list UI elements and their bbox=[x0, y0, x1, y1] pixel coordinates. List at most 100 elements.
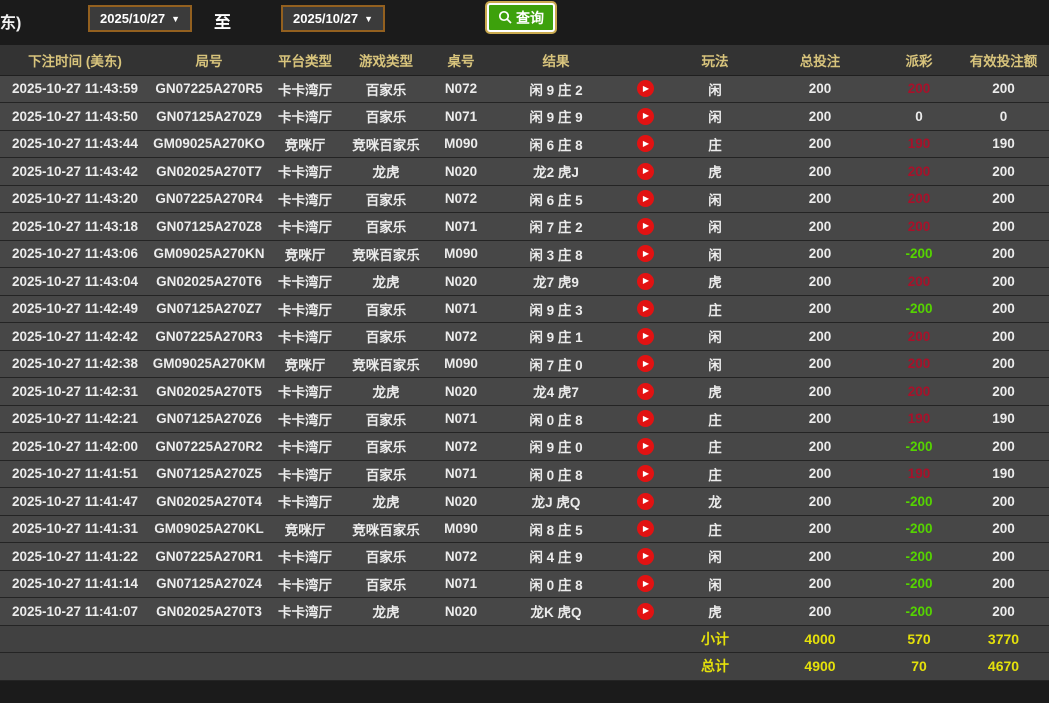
valid-bet-cell: 200 bbox=[958, 295, 1049, 323]
play-icon[interactable]: ▶ bbox=[636, 520, 654, 538]
valid-bet-cell: 200 bbox=[958, 240, 1049, 268]
bet-time-cell: 2025-10-27 11:42:00 bbox=[0, 432, 150, 461]
platform-cell: 卡卡湾厅 bbox=[268, 102, 342, 131]
round-id-cell: GN02025A270T4 bbox=[150, 487, 268, 516]
payout-cell: -200 bbox=[880, 570, 958, 598]
table-no-cell: N071 bbox=[430, 570, 492, 598]
column-header: 有效投注额 bbox=[958, 45, 1049, 76]
table-no-cell: N071 bbox=[430, 102, 492, 131]
game-type-cell: 百家乐 bbox=[342, 570, 430, 598]
play-icon[interactable]: ▶ bbox=[636, 80, 654, 98]
total-bet-cell: 200 bbox=[760, 350, 880, 378]
table-no-cell: M090 bbox=[430, 350, 492, 378]
platform-cell: 卡卡湾厅 bbox=[268, 542, 342, 571]
table-no-cell: N072 bbox=[430, 75, 492, 103]
play-icon[interactable]: ▶ bbox=[636, 162, 654, 180]
result-cell: 闲 9 庄 0 bbox=[492, 432, 620, 461]
game-type-cell: 百家乐 bbox=[342, 432, 430, 461]
round-id-cell: GN07125A270Z9 bbox=[150, 102, 268, 131]
table-row: 2025-10-27 11:42:21 GN07125A270Z6 卡卡湾厅 百家乐 N… bbox=[0, 405, 1049, 433]
column-header: 局号 bbox=[150, 45, 268, 76]
payout-cell: -200 bbox=[880, 487, 958, 516]
play-icon[interactable]: ▶ bbox=[636, 217, 654, 235]
platform-cell: 竞咪厅 bbox=[268, 350, 342, 378]
platform-cell: 卡卡湾厅 bbox=[268, 460, 342, 488]
result-cell: 龙4 虎7 bbox=[492, 377, 620, 406]
play-icon[interactable]: ▶ bbox=[636, 492, 654, 510]
play-icon[interactable]: ▶ bbox=[636, 437, 654, 455]
play-icon[interactable]: ▶ bbox=[636, 107, 654, 125]
total-bet-cell: 200 bbox=[760, 185, 880, 213]
bet-time-cell: 2025-10-27 11:43:59 bbox=[0, 75, 150, 103]
date-from-value: 2025/10/27 bbox=[100, 11, 166, 26]
game-type-cell: 百家乐 bbox=[342, 75, 430, 103]
valid-bet-cell: 200 bbox=[958, 322, 1049, 351]
result-cell: 龙K 虎Q bbox=[492, 597, 620, 626]
payout-cell: 200 bbox=[880, 157, 958, 186]
payout-cell: 200 bbox=[880, 267, 958, 296]
play-icon[interactable]: ▶ bbox=[636, 355, 654, 373]
payout-cell: 200 bbox=[880, 75, 958, 103]
query-button[interactable]: 查询 bbox=[487, 3, 555, 32]
payout-cell: 190 bbox=[880, 460, 958, 488]
play-icon[interactable]: ▶ bbox=[636, 382, 654, 400]
summary-label-cell: 小计 bbox=[670, 625, 760, 653]
column-header: 总投注 bbox=[760, 45, 880, 76]
summary-label-cell: 总计 bbox=[670, 652, 760, 681]
column-header: 平台类型 bbox=[268, 45, 342, 76]
platform-cell: 竞咪厅 bbox=[268, 240, 342, 268]
replay-cell: ▶ bbox=[620, 515, 670, 543]
table-row: 2025-10-27 11:41:47 GN02025A270T4 卡卡湾厅 龙虎 N0… bbox=[0, 487, 1049, 516]
play-icon[interactable]: ▶ bbox=[636, 465, 654, 483]
play-icon[interactable]: ▶ bbox=[636, 300, 654, 318]
empty-cell bbox=[620, 625, 670, 653]
game-type-cell: 百家乐 bbox=[342, 542, 430, 571]
query-button-label: 查询 bbox=[516, 9, 544, 26]
table-no-cell: N071 bbox=[430, 460, 492, 488]
bet-type-cell: 龙 bbox=[670, 487, 760, 516]
table-body: 2025-10-27 11:43:59 GN07225A270R5 卡卡湾厅 百家乐 N… bbox=[0, 75, 1049, 681]
table-no-cell: N071 bbox=[430, 405, 492, 433]
bet-type-cell: 闲 bbox=[670, 570, 760, 598]
play-icon[interactable]: ▶ bbox=[636, 327, 654, 345]
play-icon[interactable]: ▶ bbox=[636, 272, 654, 290]
total-bet-cell: 200 bbox=[760, 570, 880, 598]
table-row: 2025-10-27 11:43:18 GN07125A270Z8 卡卡湾厅 百家乐 N… bbox=[0, 212, 1049, 241]
table-row: 2025-10-27 11:43:50 GN07125A270Z9 卡卡湾厅 百家乐 N… bbox=[0, 102, 1049, 131]
total-bet-cell: 200 bbox=[760, 377, 880, 406]
play-icon[interactable]: ▶ bbox=[636, 602, 654, 620]
table-row: 2025-10-27 11:41:22 GN07225A270R1 卡卡湾厅 百家乐 N… bbox=[0, 542, 1049, 571]
table-row: 2025-10-27 11:43:44 GM09025A270KO 竞咪厅 竞咪百家乐… bbox=[0, 130, 1049, 158]
round-id-cell: GM09025A270KL bbox=[150, 515, 268, 543]
date-to-picker[interactable]: 2025/10/27 ▼ bbox=[281, 5, 385, 32]
valid-bet-cell: 200 bbox=[958, 75, 1049, 103]
bet-type-cell: 闲 bbox=[670, 542, 760, 571]
round-id-cell: GN02025A270T3 bbox=[150, 597, 268, 626]
round-id-cell: GN07125A270Z7 bbox=[150, 295, 268, 323]
play-icon[interactable]: ▶ bbox=[636, 575, 654, 593]
play-icon[interactable]: ▶ bbox=[636, 135, 654, 153]
game-type-cell: 竞咪百家乐 bbox=[342, 240, 430, 268]
play-icon[interactable]: ▶ bbox=[636, 547, 654, 565]
result-cell: 闲 0 庄 8 bbox=[492, 460, 620, 488]
date-from-picker[interactable]: 2025/10/27 ▼ bbox=[88, 5, 192, 32]
play-icon[interactable]: ▶ bbox=[636, 245, 654, 263]
payout-cell: 200 bbox=[880, 212, 958, 241]
play-icon[interactable]: ▶ bbox=[636, 190, 654, 208]
game-type-cell: 百家乐 bbox=[342, 295, 430, 323]
bet-type-cell: 闲 bbox=[670, 322, 760, 351]
play-icon[interactable]: ▶ bbox=[636, 410, 654, 428]
table-row: 2025-10-27 11:43:42 GN02025A270T7 卡卡湾厅 龙虎 N0… bbox=[0, 157, 1049, 186]
bet-time-cell: 2025-10-27 11:43:44 bbox=[0, 130, 150, 158]
result-cell: 闲 6 庄 5 bbox=[492, 185, 620, 213]
payout-cell: -200 bbox=[880, 240, 958, 268]
round-id-cell: GN07225A270R5 bbox=[150, 75, 268, 103]
total-bet-cell: 200 bbox=[760, 295, 880, 323]
replay-cell: ▶ bbox=[620, 240, 670, 268]
result-cell: 闲 9 庄 3 bbox=[492, 295, 620, 323]
replay-cell: ▶ bbox=[620, 102, 670, 131]
empty-cell bbox=[268, 625, 342, 653]
column-header: 下注时间 (美东) bbox=[0, 45, 150, 76]
replay-cell: ▶ bbox=[620, 157, 670, 186]
total-bet-cell: 200 bbox=[760, 322, 880, 351]
